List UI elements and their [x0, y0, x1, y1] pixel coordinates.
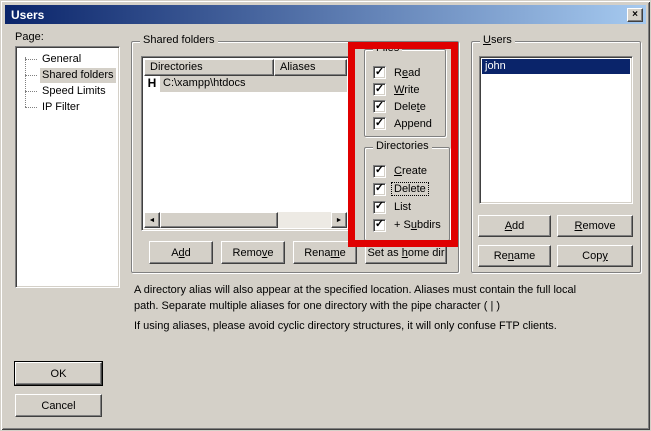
- delete-dirs-checkbox-label: Delete: [392, 183, 428, 195]
- checkbox-row-subdirs: ✓ + Subdirs: [373, 216, 445, 234]
- tree-item-label: General: [40, 52, 83, 67]
- checkbox-row-append: ✓ Append: [373, 115, 441, 132]
- button-label: Add: [505, 220, 525, 232]
- scrollbar-thumb[interactable]: [160, 212, 278, 228]
- users-list: john: [479, 56, 633, 204]
- page-label: Page:: [15, 31, 44, 43]
- write-checkbox-label: Write: [392, 84, 421, 96]
- create-checkbox[interactable]: ✓: [373, 165, 386, 178]
- list-checkbox-label: List: [392, 201, 413, 213]
- tree-item-label: Speed Limits: [40, 84, 108, 99]
- user-row-john[interactable]: john: [482, 59, 630, 74]
- tree-item-general[interactable]: General: [18, 52, 117, 68]
- files-group-label: Files: [373, 42, 402, 54]
- scroll-left-button[interactable]: ◄: [144, 212, 160, 228]
- alias-note-line2: path. Separate multiple aliases for one …: [134, 298, 500, 314]
- delete-files-checkbox[interactable]: ✓: [373, 100, 386, 113]
- ok-button[interactable]: OK: [15, 362, 102, 385]
- button-label: OK: [51, 368, 67, 380]
- check-icon: ✓: [375, 165, 384, 176]
- button-label: Cancel: [41, 400, 75, 412]
- directory-row[interactable]: H C:\xampp\htdocs: [144, 76, 347, 92]
- tree-item-label: Shared folders: [40, 68, 116, 83]
- read-checkbox-label: Read: [392, 67, 422, 79]
- users-group-label: Users: [480, 34, 515, 46]
- subdirs-checkbox-label: + Subdirs: [392, 219, 443, 231]
- tree-item-shared-folders[interactable]: Shared folders: [18, 68, 117, 84]
- scroll-right-icon: ►: [336, 217, 343, 224]
- check-icon: ✓: [375, 219, 384, 230]
- delete-dirs-checkbox[interactable]: ✓: [373, 183, 386, 196]
- check-icon: ✓: [375, 183, 384, 194]
- check-icon: ✓: [375, 201, 384, 212]
- checkbox-row-write: ✓ Write: [373, 81, 441, 98]
- checkbox-row-read: ✓ Read: [373, 64, 441, 81]
- title-bar[interactable]: Users ×: [5, 5, 646, 24]
- button-label: Set as home dir: [367, 247, 444, 259]
- scrollbar-track[interactable]: [278, 212, 331, 228]
- check-icon: ✓: [375, 84, 384, 95]
- shared-folders-list: Directories Aliases H C:\xampp\htdocs ◄ …: [141, 56, 350, 231]
- scroll-left-icon: ◄: [149, 217, 156, 224]
- create-checkbox-label: Create: [392, 165, 429, 177]
- read-checkbox[interactable]: ✓: [373, 66, 386, 79]
- button-label: Add: [171, 247, 191, 259]
- scroll-right-button[interactable]: ►: [331, 212, 347, 228]
- shared-remove-button[interactable]: Remove: [221, 241, 285, 264]
- delete-files-checkbox-label: Delete: [392, 101, 428, 113]
- users-rename-button[interactable]: Rename: [478, 245, 551, 267]
- window-title: Users: [11, 8, 44, 22]
- subdirs-checkbox[interactable]: ✓: [373, 219, 386, 232]
- shared-folders-group-label: Shared folders: [140, 34, 218, 46]
- list-header: Directories Aliases: [144, 59, 347, 76]
- checkbox-row-create: ✓ Create: [373, 162, 445, 180]
- shared-rename-button[interactable]: Rename: [293, 241, 357, 264]
- set-as-home-dir-button[interactable]: Set as home dir: [365, 241, 447, 264]
- close-icon: ×: [632, 10, 638, 20]
- directories-group: Directories ✓ Create ✓ Delete ✓ List ✓ +…: [364, 147, 450, 241]
- horizontal-scrollbar[interactable]: ◄ ►: [144, 212, 347, 228]
- write-checkbox[interactable]: ✓: [373, 83, 386, 96]
- users-dialog: Users × Page: General Shared folders Spe…: [0, 0, 651, 431]
- home-directory-flag: H: [144, 76, 160, 92]
- button-label: Remove: [575, 220, 616, 232]
- tree-item-speed-limits[interactable]: Speed Limits: [18, 84, 117, 100]
- cyclic-note: If using aliases, please avoid cyclic di…: [134, 318, 557, 334]
- button-label: Rename: [304, 247, 346, 259]
- close-button[interactable]: ×: [627, 8, 643, 22]
- page-tree: General Shared folders Speed Limits IP F…: [15, 46, 120, 288]
- check-icon: ✓: [375, 118, 384, 129]
- list-checkbox[interactable]: ✓: [373, 201, 386, 214]
- checkbox-row-list: ✓ List: [373, 198, 445, 216]
- column-header-aliases[interactable]: Aliases: [274, 59, 347, 76]
- check-icon: ✓: [375, 67, 384, 78]
- append-checkbox[interactable]: ✓: [373, 117, 386, 130]
- check-icon: ✓: [375, 101, 384, 112]
- button-label: Copy: [582, 250, 608, 262]
- append-checkbox-label: Append: [392, 118, 434, 130]
- tree-item-ip-filter[interactable]: IP Filter: [18, 100, 117, 116]
- shared-add-button[interactable]: Add: [149, 241, 213, 264]
- button-label: Rename: [494, 250, 536, 262]
- users-copy-button[interactable]: Copy: [557, 245, 633, 267]
- list-body: H C:\xampp\htdocs: [144, 76, 347, 212]
- checkbox-row-delete-files: ✓ Delete: [373, 98, 441, 115]
- alias-note-line1: A directory alias will also appear at th…: [134, 282, 576, 298]
- directories-group-label: Directories: [373, 140, 432, 152]
- tree-item-label: IP Filter: [40, 100, 82, 115]
- button-label: Remove: [233, 247, 274, 259]
- cancel-button[interactable]: Cancel: [15, 394, 102, 417]
- column-header-directories[interactable]: Directories: [144, 59, 274, 76]
- files-group: Files ✓ Read ✓ Write ✓ Delete ✓ Append: [364, 49, 446, 137]
- users-add-button[interactable]: Add: [478, 215, 551, 237]
- checkbox-row-delete-dirs: ✓ Delete: [373, 180, 445, 198]
- users-remove-button[interactable]: Remove: [557, 215, 633, 237]
- user-name: john: [485, 60, 506, 72]
- directory-path: C:\xampp\htdocs: [160, 76, 347, 92]
